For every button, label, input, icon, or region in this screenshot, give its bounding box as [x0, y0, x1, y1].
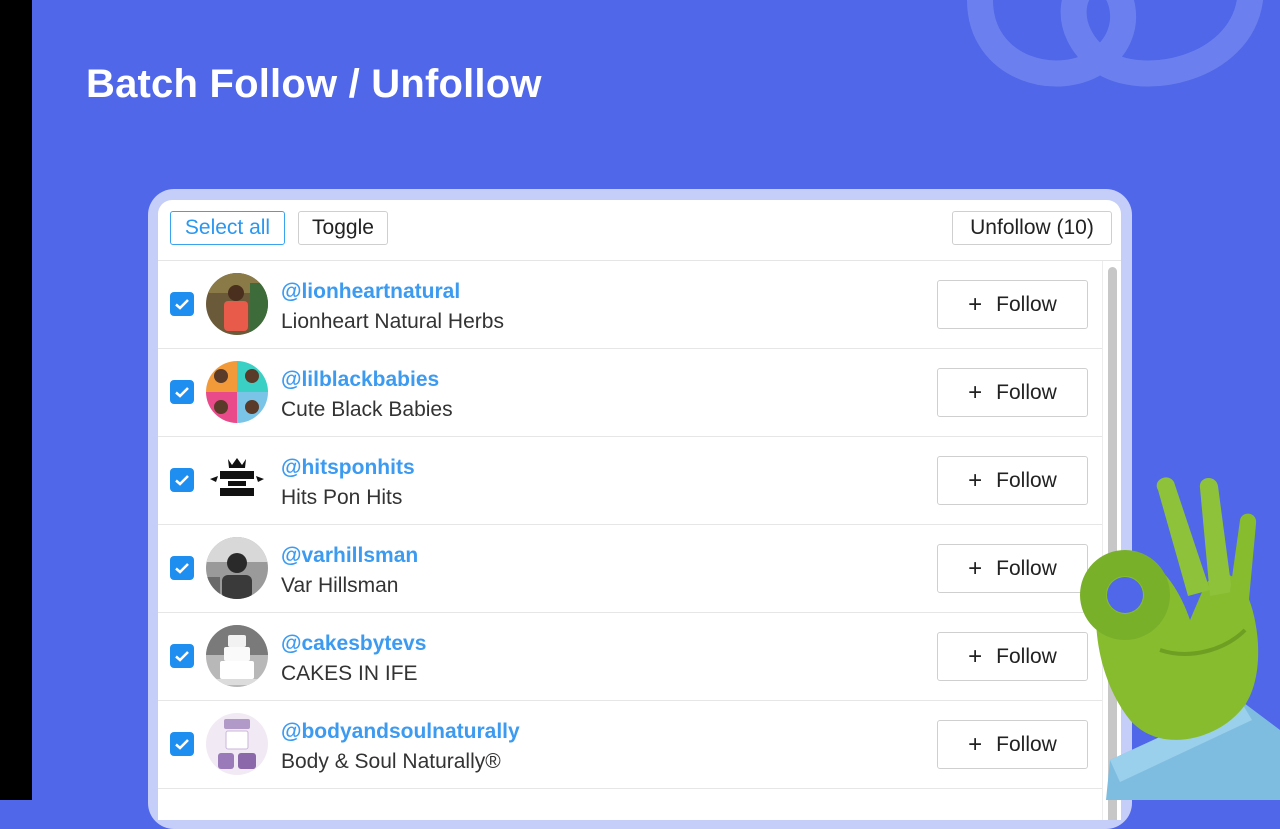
account-handle-link[interactable]: @cakesbytevs	[281, 632, 426, 656]
follow-button[interactable]: + Follow	[937, 368, 1088, 417]
checkmark-icon	[175, 475, 189, 486]
account-name: Hits Pon Hits	[281, 486, 403, 509]
list-item: @varhillsman Var Hillsman + Follow	[158, 525, 1102, 613]
avatar[interactable]	[206, 361, 268, 423]
ok-hand-icon	[1080, 477, 1280, 800]
account-handle-link[interactable]: @hitsponhits	[281, 456, 415, 480]
account-list: @lionheartnatural Lionheart Natural Herb…	[158, 261, 1102, 789]
checkmark-icon	[175, 651, 189, 662]
avatar[interactable]	[206, 537, 268, 599]
account-handle-link[interactable]: @lilblackbabies	[281, 368, 439, 392]
list-item: @lionheartnatural Lionheart Natural Herb…	[158, 261, 1102, 349]
list-item: @hitsponhits Hits Pon Hits + Follow	[158, 437, 1102, 525]
account-name: CAKES IN IFE	[281, 662, 418, 685]
checkmark-icon	[175, 563, 189, 574]
avatar[interactable]	[206, 449, 268, 511]
follow-button[interactable]: + Follow	[937, 280, 1088, 329]
checkmark-icon	[175, 299, 189, 310]
batch-panel: Select all Toggle Unfollow (10) @lionhea…	[158, 200, 1121, 820]
select-checkbox[interactable]	[170, 732, 194, 756]
checkmark-icon	[175, 739, 189, 750]
select-checkbox[interactable]	[170, 380, 194, 404]
unfollow-button[interactable]: Unfollow (10)	[952, 211, 1112, 245]
account-handle-link[interactable]: @varhillsman	[281, 544, 418, 568]
list-item: @cakesbytevs CAKES IN IFE + Follow	[158, 613, 1102, 701]
plus-icon: +	[968, 466, 983, 494]
toolbar: Select all Toggle Unfollow (10)	[158, 200, 1121, 261]
account-name: Lionheart Natural Herbs	[281, 310, 504, 333]
account-name: Body & Soul Naturally®	[281, 750, 501, 773]
select-checkbox[interactable]	[170, 644, 194, 668]
follow-label: Follow	[996, 292, 1057, 316]
avatar[interactable]	[206, 273, 268, 335]
plus-icon: +	[968, 290, 983, 318]
plus-icon: +	[968, 554, 983, 582]
avatar[interactable]	[206, 713, 268, 775]
account-name: Var Hillsman	[281, 574, 399, 597]
list-item: @lilblackbabies Cute Black Babies + Foll…	[158, 349, 1102, 437]
page-headline: Batch Follow / Unfollow	[86, 62, 542, 106]
follow-label: Follow	[996, 380, 1057, 404]
select-checkbox[interactable]	[170, 556, 194, 580]
select-all-button[interactable]: Select all	[170, 211, 285, 245]
toggle-button[interactable]: Toggle	[298, 211, 388, 245]
checkmark-icon	[175, 387, 189, 398]
account-handle-link[interactable]: @bodyandsoulnaturally	[281, 720, 520, 744]
plus-icon: +	[968, 730, 983, 758]
select-checkbox[interactable]	[170, 292, 194, 316]
account-handle-link[interactable]: @lionheartnatural	[281, 280, 460, 304]
select-checkbox[interactable]	[170, 468, 194, 492]
brand-logo-watermark	[967, 0, 1263, 87]
list-item: @bodyandsoulnaturally Body & Soul Natura…	[158, 701, 1102, 789]
account-name: Cute Black Babies	[281, 398, 453, 421]
plus-icon: +	[968, 378, 983, 406]
left-edge-strip	[0, 0, 32, 800]
plus-icon: +	[968, 642, 983, 670]
avatar[interactable]	[206, 625, 268, 687]
